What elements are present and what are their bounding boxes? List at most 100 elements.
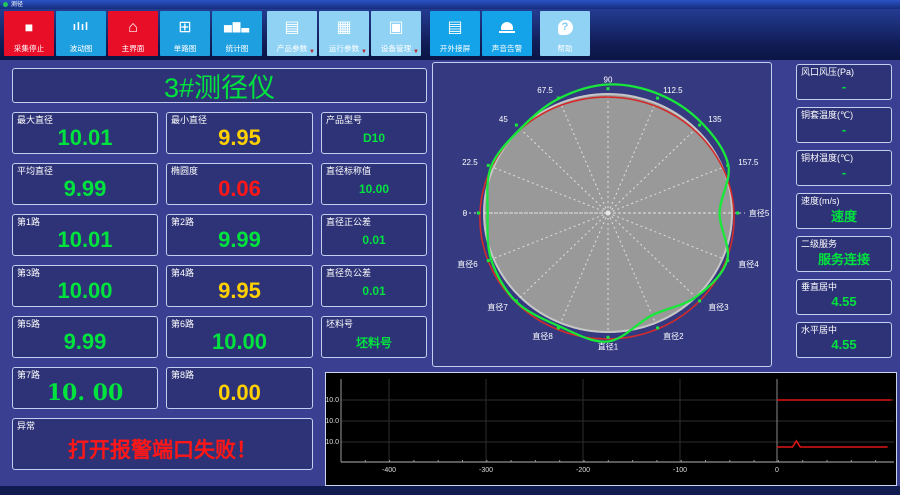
sleeve-temp-value: - [841,122,847,137]
plus-tolerance-box: 直径正公差 0.01 [321,214,427,256]
spoke-label: 直径2 [663,331,684,341]
toolbar-button-label: 波动图 [69,44,93,53]
x-tick-label: 0 [775,467,779,474]
external-screen-button[interactable]: ▤ 开外接屏 [430,11,480,56]
spoke-marker [606,87,610,91]
vertical-center-value: 4.55 [831,294,857,309]
spoke-marker [736,211,740,215]
nominal-diameter-value: 10.00 [358,182,390,196]
trend-chart-svg: 10.0 10.0 10.0 -400 -300 -200 -100 0 [325,379,894,474]
home-icon: ⌂ [128,19,138,36]
product-params-button[interactable]: ▤ 产品参数 ▼ [267,11,317,56]
channel-5-value: 9.99 [63,329,107,354]
toolbar-button-label: 运行参数 [328,44,360,53]
max-diameter-box: 最大直径 10.01 [12,112,158,154]
device-icon: ▣ [388,19,404,36]
spoke-marker [514,123,518,127]
channel-6-value: 10.00 [211,329,268,354]
spoke-marker [556,326,560,330]
spoke-label: 直径8 [532,331,553,341]
bar-chart-icon: ▅▇▃ [223,22,251,33]
help-button[interactable]: ? 帮助 [540,11,590,56]
spoke-label: 112.5 [663,86,683,95]
channel-3-value: 10.00 [57,278,113,303]
sound-alarm-button[interactable]: 声音告警 [482,11,532,56]
siren-icon [482,11,532,44]
x-tick-label: -400 [382,467,396,474]
window-titlebar: 测径 [0,0,900,9]
channel-5-box: 第5路 9.99 [12,316,158,358]
ovality-box: 椭圆度 0.06 [166,163,313,205]
spoke-label: 直径6 [457,259,478,269]
y-tick-label: 10.0 [326,397,339,404]
polar-chart-svg: 0 22.5 45 67.5 90 112.5 135 157.5 直径5 直径4 直径3 直径2 直径… [457,76,770,352]
spoke-label: 直径4 [738,259,759,269]
spoke-marker [726,163,730,167]
secondary-service-value: 服务连接 [817,252,870,267]
run-params-button[interactable]: ▦ 运行参数 ▼ [319,11,369,56]
horizontal-center-box: 水平居中 4.55 [796,322,892,358]
app-icon [3,2,8,7]
x-tick-label: -300 [479,467,493,474]
air-pressure-box: 风口风压(Pa) - [796,64,892,100]
spoke-marker [698,123,702,127]
speed-value: 速度 [830,209,857,224]
stop-acquisition-button[interactable]: ■ 采集停止 [4,11,54,56]
product-model-box: 产品型号 D10 [321,112,427,154]
air-pressure-value: - [841,79,847,94]
statistics-chart-button[interactable]: ▅▇▃ 统计图 [212,11,262,56]
exception-value: 打开报警端口失败！ [68,439,257,462]
waveform-icon: ılıl [72,21,90,33]
process-panel: 风口风压(Pa) - 铜套温度(℃) - 铜材温度(℃) - 速度(m/s) 速… [796,64,892,358]
toolbar-button-label: 采集停止 [13,44,45,53]
toolbar: ■ 采集停止 ılıl 波动图 ⌂ 主界面 ⊞ 单路图 ▅▇▃ 统计图 ▤ 产品… [0,9,900,60]
material-temp-value: - [841,165,847,180]
spoke-label: 67.5 [537,86,553,95]
stop-icon: ■ [24,19,34,35]
spoke-marker [476,211,480,215]
minus-tolerance-box: 直径负公差 0.01 [321,265,427,307]
list-icon: ▤ [284,19,300,36]
spoke-marker [698,299,702,303]
channel-3-box: 第3路 10.00 [12,265,158,307]
channel-2-value: 9.99 [218,227,261,252]
ovality-value: 0.06 [218,176,261,201]
billet-no-box: 坯料号 坯料号 [321,316,427,358]
window-title: 测径 [11,1,24,8]
channel-1-value: 10.01 [57,227,113,252]
product-model-value: D10 [362,131,385,145]
spoke-marker [514,299,518,303]
spoke-marker [656,326,660,330]
nominal-diameter-box: 直径标称值 10.00 [321,163,427,205]
toolbar-button-label: 帮助 [557,44,573,53]
channel-4-box: 第4路 9.95 [166,265,313,307]
main-area: 3#测径仪 最大直径 10.01 最小直径 9.95 产品型号 D10 平均直径… [0,60,900,486]
vertical-center-box: 垂直居中 4.55 [796,279,892,315]
sleeve-temp-box: 铜套温度(℃) - [796,107,892,143]
material-temp-box: 铜材温度(℃) - [796,150,892,186]
spoke-label: 直径3 [708,302,729,312]
x-tick-label: -100 [673,467,687,474]
channel-6-box: 第6路 10.00 [166,316,313,358]
exception-box: 异常 打开报警端口失败！ [12,418,313,470]
minus-tolerance-value: 0.01 [362,284,386,298]
avg-diameter-box: 平均直径 9.99 [12,163,158,205]
toolbar-button-label: 设备管理 [380,44,412,53]
min-diameter-box: 最小直径 9.95 [166,112,313,154]
spoke-marker [606,335,610,339]
x-tick-label: -200 [576,467,590,474]
gauge-title: 3#测径仪 [12,68,427,103]
question-icon: ? [540,11,590,44]
dropdown-arrow-icon: ▼ [309,49,315,55]
dropdown-arrow-icon: ▼ [361,49,367,55]
main-screen-button[interactable]: ⌂ 主界面 [108,11,158,56]
channel-4-value: 9.95 [218,278,261,303]
device-management-button[interactable]: ▣ 设备管理 ▼ [371,11,421,56]
min-diameter-value: 9.95 [218,125,261,150]
single-channel-chart-button[interactable]: ⊞ 单路图 [160,11,210,56]
spoke-label: 0 [463,209,468,218]
fluctuation-chart-button[interactable]: ılıl 波动图 [56,11,106,56]
billet-no-value: 坯料号 [355,335,392,350]
channel-2-box: 第2路 9.99 [166,214,313,256]
monitor-icon: ▤ [447,19,463,36]
